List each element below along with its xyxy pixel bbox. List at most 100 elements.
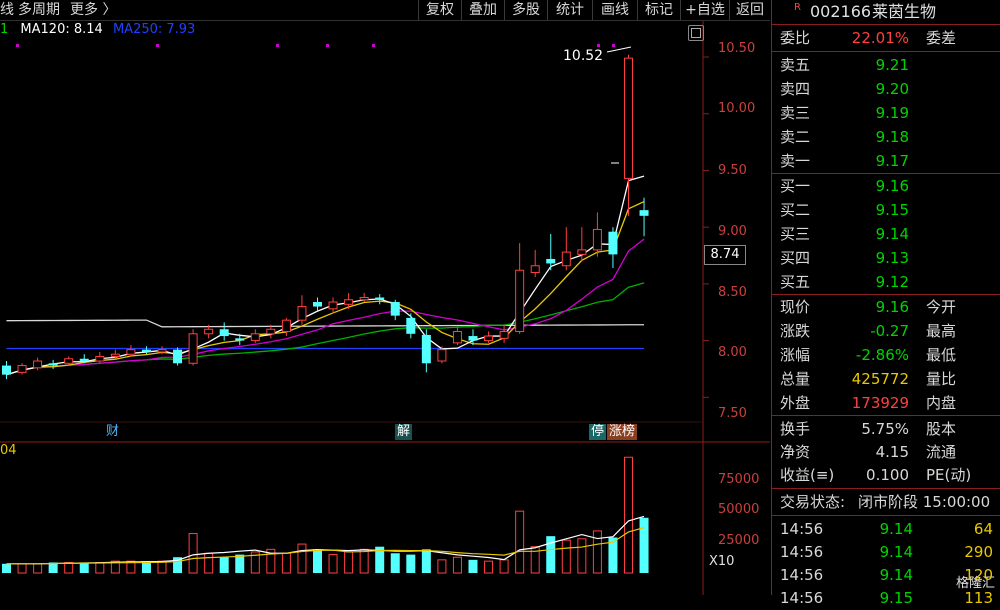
event-marker-limitup-list[interactable]: 涨榜 — [607, 424, 638, 440]
volume-bar — [561, 539, 571, 574]
volume-bar — [515, 510, 525, 574]
volume-unit: X10 — [709, 554, 735, 569]
quote-value: 425772 — [851, 370, 909, 388]
tick-volume: 113 — [964, 589, 993, 607]
margin-badge: R — [794, 2, 801, 13]
fundamental-row[interactable]: 收益(≡) 0.100 PE(动) — [772, 464, 1000, 487]
volume-bar — [17, 563, 27, 574]
fundamental-label-2: 流通 — [926, 443, 957, 461]
ask-level-label: 卖三 — [780, 104, 811, 122]
quote-label: 现价 — [780, 298, 811, 316]
fundamental-value: 5.75% — [861, 420, 909, 438]
candle-body — [530, 265, 540, 274]
quote-row[interactable]: 涨幅 -2.86% 最低 — [772, 344, 1000, 367]
volume-bar — [204, 552, 214, 574]
fundamental-label-2: 股本 — [926, 420, 957, 438]
event-marker-earnings[interactable]: 财 — [104, 424, 121, 440]
bid-price: 9.15 — [875, 201, 909, 219]
ask-level-row[interactable]: 卖一 9.17 — [772, 150, 1000, 173]
settings-icon[interactable] — [688, 25, 704, 41]
bid-price: 9.14 — [875, 225, 909, 243]
event-marker-unlock[interactable]: 解 — [395, 424, 413, 440]
toolbar-stats-button[interactable]: 统计 — [547, 0, 592, 20]
current-price-tag: 8.74 — [704, 245, 746, 265]
toolbar-add-watchlist-button[interactable]: +自选 — [680, 0, 729, 20]
toolbar-draw-button[interactable]: 画线 — [592, 0, 637, 20]
candle-body — [250, 333, 260, 342]
quote-label: 总量 — [780, 370, 811, 388]
candle-body — [79, 358, 89, 362]
candle-body — [639, 210, 649, 216]
toolbar-mark-button[interactable]: 标记 — [637, 0, 680, 20]
candle-body — [188, 333, 198, 364]
candle-body — [297, 306, 307, 321]
event-marker-suspend[interactable]: 停 — [589, 424, 607, 440]
toolbar-item-multiperiod[interactable]: 多周期 — [18, 0, 60, 20]
quote-value: -0.27 — [870, 322, 909, 340]
toolbar-item-line[interactable]: 线 — [0, 0, 14, 20]
fundamental-label: 净资 — [780, 443, 811, 461]
volume-tick: 25000 — [718, 533, 760, 548]
bid-level-row[interactable]: 买二 9.15 — [772, 199, 1000, 222]
volume-bar — [313, 549, 322, 573]
ask-level-row[interactable]: 卖五 9.21 — [772, 54, 1000, 77]
candle-body — [110, 353, 120, 357]
toolbar-multistock-button[interactable]: 多股 — [504, 0, 547, 20]
bid-price: 9.16 — [875, 177, 909, 195]
volume-tick: 75000 — [718, 472, 760, 487]
fundamental-row[interactable]: 换手 5.75% 股本 — [772, 418, 1000, 441]
candle-body — [64, 358, 74, 364]
quote-row[interactable]: 总量 425772 量比 — [772, 368, 1000, 391]
quote-label: 外盘 — [780, 394, 811, 412]
candle-body — [468, 336, 478, 341]
quote-row[interactable]: 现价 9.16 今开 — [772, 296, 1000, 319]
quote-row[interactable]: 涨跌 -0.27 最高 — [772, 320, 1000, 343]
fundamental-label: 收益(≡) — [780, 466, 835, 484]
signal-dot — [276, 44, 279, 47]
stock-name: 莱茵生物 — [872, 2, 937, 21]
kline-chart[interactable] — [0, 0, 770, 595]
volume-bar — [421, 549, 431, 573]
candle-body — [235, 338, 245, 341]
candle-body — [126, 349, 136, 355]
bid-level-row[interactable]: 买一 9.16 — [772, 175, 1000, 198]
ask-level-row[interactable]: 卖三 9.19 — [772, 102, 1000, 125]
ask-price: 9.19 — [875, 104, 909, 122]
bid-level-label: 买四 — [780, 249, 811, 267]
tick-row[interactable]: 14:56 9.15 113 — [772, 587, 1000, 610]
trading-status-value: 闭市阶段 15:00:00 — [858, 493, 991, 511]
ask-level-row[interactable]: 卖二 9.18 — [772, 126, 1000, 149]
tick-row[interactable]: 14:56 9.14 290 — [772, 541, 1000, 564]
bid-price: 9.12 — [875, 273, 909, 291]
ask-price: 9.18 — [875, 128, 909, 146]
bid-level-row[interactable]: 买三 9.14 — [772, 223, 1000, 246]
tick-row[interactable]: 14:56 9.14 120 — [772, 564, 1000, 587]
quote-row[interactable]: 外盘 173929 内盘 — [772, 392, 1000, 415]
volume-bar — [577, 538, 587, 574]
quote-label: 涨幅 — [780, 346, 811, 364]
candle-body — [219, 329, 229, 337]
candle-body — [452, 331, 462, 344]
fundamental-row[interactable]: 净资 4.15 流通 — [772, 441, 1000, 464]
quote-label-2: 最高 — [926, 322, 957, 340]
ask-level-label: 卖二 — [780, 128, 811, 146]
quote-panel: R 002166 莱茵生物 委比 22.01% 委差 交易状态: 闭市阶段 15… — [771, 0, 1000, 607]
ask-level-row[interactable]: 卖四 9.20 — [772, 78, 1000, 101]
toolbar-fuquan-button[interactable]: 复权 — [418, 0, 461, 20]
candle-body — [328, 301, 338, 310]
candle-body — [173, 349, 183, 364]
candle-body — [515, 269, 525, 333]
tick-volume: 290 — [964, 543, 993, 561]
bid-level-row[interactable]: 买四 9.13 — [772, 247, 1000, 270]
fundamental-label: 换手 — [780, 420, 811, 438]
bid-level-row[interactable]: 买五 9.12 — [772, 271, 1000, 294]
bid-level-label: 买一 — [780, 177, 811, 195]
toolbar-item-more[interactable]: 更多 〉 — [70, 0, 116, 20]
toolbar-back-button[interactable]: 返回 — [729, 0, 770, 20]
fundamental-value: 0.100 — [866, 466, 909, 484]
tick-row[interactable]: 14:56 9.14 64 — [772, 518, 1000, 541]
toolbar-overlay-button[interactable]: 叠加 — [461, 0, 504, 20]
candle-body — [375, 297, 385, 300]
tick-price: 9.14 — [879, 520, 913, 538]
candle-body — [33, 360, 43, 369]
